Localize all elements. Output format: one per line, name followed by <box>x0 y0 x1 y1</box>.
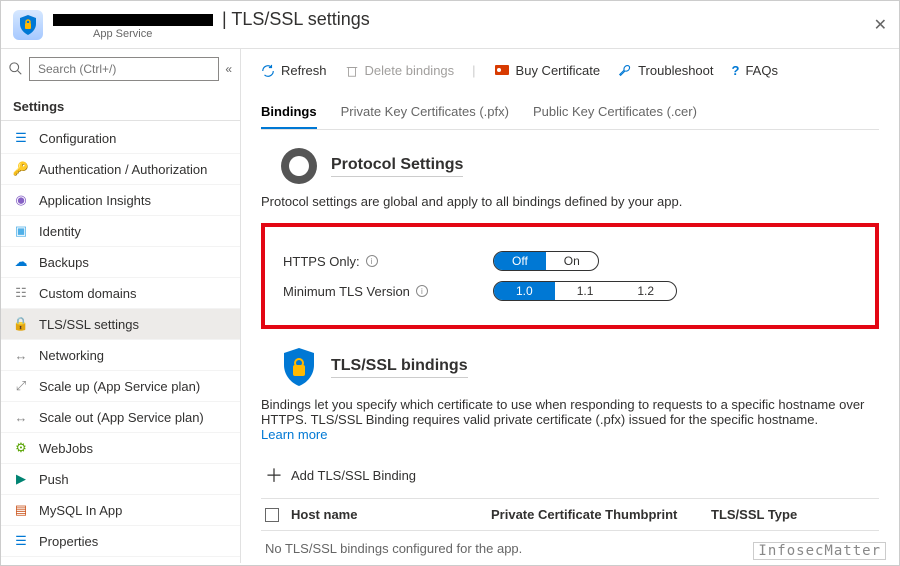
sidebar-item-properties[interactable]: ☰ Properties <box>1 526 240 557</box>
col-ssltype: TLS/SSL Type <box>711 507 831 522</box>
tls-bindings-heading: TLS/SSL bindings <box>331 357 468 378</box>
scaleup-icon: ⤢ <box>13 378 29 394</box>
sidebar-item-mysql-in-app[interactable]: ▤ MySQL In App <box>1 495 240 526</box>
sidebar-item-label: Push <box>39 472 69 487</box>
collapse-sidebar-button[interactable]: « <box>225 62 232 76</box>
sidebar-item-label: MySQL In App <box>39 503 122 518</box>
toggle-option-off[interactable]: Off <box>494 252 546 270</box>
search-icon <box>9 62 23 76</box>
shield-app-icon <box>13 10 43 40</box>
col-thumbprint: Private Certificate Thumbprint <box>491 507 711 522</box>
min-tls-label: Minimum TLS Version <box>283 284 410 299</box>
sliders-icon: ☰ <box>13 130 29 146</box>
sidebar-item-label: Properties <box>39 534 98 549</box>
sidebar-item-label: Networking <box>39 348 104 363</box>
sidebar: « Settings ☰ Configuration 🔑 Authentication… <box>1 49 241 563</box>
sidebar-item-label: Custom domains <box>39 286 137 301</box>
plus-icon: ＋ <box>265 462 283 488</box>
wrench-icon <box>618 64 632 78</box>
props-icon: ☰ <box>13 533 29 549</box>
close-button[interactable]: ✕ <box>874 15 887 35</box>
sidebar-item-scale-out-app-service-plan-[interactable]: ↔ Scale out (App Service plan) <box>1 402 240 433</box>
tab-bindings[interactable]: Bindings <box>261 96 317 129</box>
col-hostname: Host name <box>291 507 491 522</box>
main-content: Refresh Delete bindings | Buy Certificat… <box>241 49 899 563</box>
toggle-option-1-2[interactable]: 1.2 <box>615 282 676 300</box>
sidebar-item-label: TLS/SSL settings <box>39 317 139 332</box>
highlighted-settings-box: HTTPS Only: i OffOn Minimum TLS Version … <box>261 223 879 329</box>
sidebar-item-tls-ssl-settings[interactable]: 🔒 TLS/SSL settings <box>1 309 240 340</box>
sidebar-item-label: Scale out (App Service plan) <box>39 410 204 425</box>
sidebar-item-webjobs[interactable]: ⚙ WebJobs <box>1 433 240 464</box>
page-title: | TLS/SSL settings <box>53 9 370 30</box>
sidebar-item-label: Identity <box>39 224 81 239</box>
sidebar-item-label: Scale up (App Service plan) <box>39 379 200 394</box>
tabs: Bindings Private Key Certificates (.pfx) P… <box>261 96 879 130</box>
sidebar-item-custom-domains[interactable]: ☷ Custom domains <box>1 278 240 309</box>
lock-icon: 🔒 <box>13 316 29 332</box>
https-only-label: HTTPS Only: <box>283 254 360 269</box>
info-icon[interactable]: i <box>416 285 428 297</box>
sidebar-item-identity[interactable]: ▣ Identity <box>1 216 240 247</box>
info-icon[interactable]: i <box>366 255 378 267</box>
sidebar-item-label: Authentication / Authorization <box>39 162 207 177</box>
scaleout-icon: ↔ <box>13 409 29 425</box>
sidebar-item-networking[interactable]: ↔ Networking <box>1 340 240 371</box>
buy-certificate-button[interactable]: Buy Certificate <box>494 63 601 78</box>
toggle-option-1-1[interactable]: 1.1 <box>555 282 616 300</box>
watermark: InfosecMatter <box>753 542 886 560</box>
insights-icon: ◉ <box>13 192 29 208</box>
question-icon: ? <box>732 63 740 78</box>
push-icon: ▶ <box>13 471 29 487</box>
sidebar-item-locks[interactable]: 🔒Locks <box>1 557 240 563</box>
bindings-table-header: Host name Private Certificate Thumbprint… <box>261 499 879 531</box>
trash-icon <box>345 64 359 78</box>
sidebar-item-application-insights[interactable]: ◉ Application Insights <box>1 185 240 216</box>
mysql-icon: ▤ <box>13 502 29 518</box>
troubleshoot-button[interactable]: Troubleshoot <box>618 63 713 78</box>
toggle-option-1-0[interactable]: 1.0 <box>494 282 555 300</box>
sidebar-item-authentication-authorization[interactable]: 🔑 Authentication / Authorization <box>1 154 240 185</box>
title-suffix: | TLS/SSL settings <box>217 9 370 29</box>
https-only-toggle[interactable]: OffOn <box>493 251 599 271</box>
sidebar-search-input[interactable] <box>29 57 219 81</box>
sidebar-item-label: Configuration <box>39 131 116 146</box>
min-tls-toggle[interactable]: 1.01.11.2 <box>493 281 677 301</box>
sidebar-item-configuration[interactable]: ☰ Configuration <box>1 123 240 154</box>
toggle-option-on[interactable]: On <box>546 252 598 270</box>
sidebar-section-heading: Settings <box>1 89 240 121</box>
certificate-icon <box>494 64 510 78</box>
protocol-settings-description: Protocol settings are global and apply t… <box>261 194 879 209</box>
tab-public-key-certificates-cer-[interactable]: Public Key Certificates (.cer) <box>533 96 697 129</box>
blade-header: | TLS/SSL settings App Service ✕ <box>1 1 899 49</box>
gear-icon <box>281 148 317 184</box>
shield-lock-icon <box>281 347 317 387</box>
sidebar-item-label: Application Insights <box>39 193 151 208</box>
refresh-button[interactable]: Refresh <box>261 63 327 78</box>
delete-bindings-button: Delete bindings <box>345 63 455 78</box>
sidebar-item-push[interactable]: ▶ Push <box>1 464 240 495</box>
sidebar-item-backups[interactable]: ☁ Backups <box>1 247 240 278</box>
bindings-description: Bindings let you specify which certifica… <box>261 397 864 427</box>
webjobs-icon: ⚙ <box>13 440 29 456</box>
backup-icon: ☁ <box>13 254 29 270</box>
tab-private-key-certificates-pfx-[interactable]: Private Key Certificates (.pfx) <box>341 96 509 129</box>
add-binding-button[interactable]: ＋ Add TLS/SSL Binding <box>261 452 879 499</box>
select-all-checkbox[interactable] <box>265 508 279 522</box>
sidebar-item-label: WebJobs <box>39 441 93 456</box>
sidebar-item-scale-up-app-service-plan-[interactable]: ⤢ Scale up (App Service plan) <box>1 371 240 402</box>
key-icon: 🔑 <box>13 161 29 177</box>
network-icon: ↔ <box>13 347 29 363</box>
sidebar-item-label: Backups <box>39 255 89 270</box>
learn-more-link[interactable]: Learn more <box>261 427 327 442</box>
identity-icon: ▣ <box>13 223 29 239</box>
faqs-button[interactable]: ? FAQs <box>732 63 778 78</box>
protocol-settings-heading: Protocol Settings <box>331 156 463 177</box>
toolbar: Refresh Delete bindings | Buy Certificat… <box>261 59 879 88</box>
globe-icon: ☷ <box>13 285 29 301</box>
refresh-icon <box>261 64 275 78</box>
